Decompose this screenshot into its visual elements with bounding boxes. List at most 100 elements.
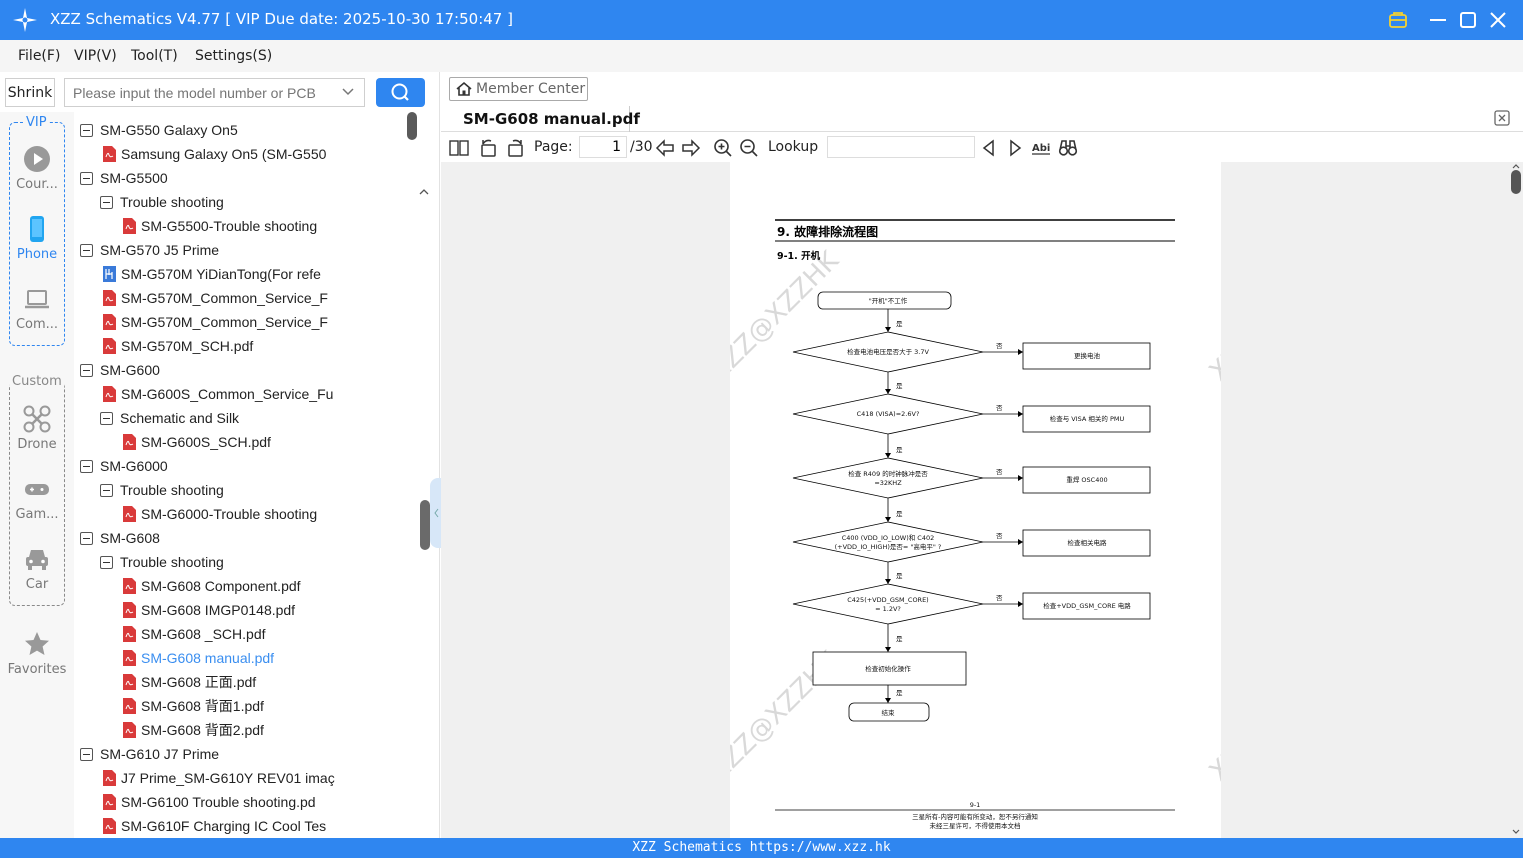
tree-file[interactable]: SM-G608 正面.pdf: [122, 670, 256, 694]
flow-yes-label: 是: [896, 382, 903, 390]
pdf-viewport[interactable]: XZZ@XZZHK XZZ@XZZHK XZZ@XZZHK XZZ@XZZHK 9. …: [441, 162, 1523, 838]
find-next-icon[interactable]: [1005, 138, 1025, 158]
collapse-icon[interactable]: [80, 243, 93, 257]
collapse-icon[interactable]: [100, 195, 113, 209]
tree-folder[interactable]: Trouble shooting: [100, 550, 224, 574]
flow-action-text: 检查相关电路: [1068, 538, 1108, 547]
search-button[interactable]: [376, 78, 425, 107]
tree-file[interactable]: Samsung Galaxy On5 (SM-G550: [102, 142, 326, 166]
flow-yes-label: 是: [896, 572, 903, 580]
search-input[interactable]: [64, 78, 365, 107]
zoom-out-icon[interactable]: [739, 138, 759, 158]
tree-file[interactable]: SM-G610F Charging IC Cool Tes: [102, 814, 326, 838]
viewer-scroll-down-icon[interactable]: [1511, 828, 1521, 836]
flow-arrowhead: [1018, 475, 1023, 481]
gamepad-icon: [25, 484, 49, 495]
menu-file[interactable]: File(F): [18, 48, 60, 64]
panel-scrollbar-thumb[interactable]: [420, 500, 430, 550]
minimize-icon[interactable]: [1426, 8, 1450, 32]
tree-file[interactable]: SM-G6000-Trouble shooting: [122, 502, 317, 526]
tree-file[interactable]: SM-G608 背面2.pdf: [122, 718, 264, 742]
arrow-left-icon[interactable]: [655, 138, 675, 158]
flow-arrowhead: [1018, 411, 1023, 417]
tree-file[interactable]: SM-G608 Component.pdf: [122, 574, 301, 598]
pdf-file-icon: [103, 818, 116, 834]
member-center-button[interactable]: Member Center: [449, 77, 588, 101]
two-page-icon[interactable]: [449, 138, 469, 158]
collapse-icon[interactable]: [80, 363, 93, 377]
menu-vip[interactable]: VIP(V): [74, 48, 117, 64]
arrow-right-icon[interactable]: [681, 138, 701, 158]
tree-folder[interactable]: SM-G610 J7 Prime: [80, 742, 219, 766]
close-tab-icon[interactable]: [1493, 109, 1511, 127]
maximize-icon[interactable]: [1456, 8, 1480, 32]
tree-folder[interactable]: Schematic and Silk: [100, 406, 239, 430]
tree-file[interactable]: SM-G608 manual.pdf: [122, 646, 274, 670]
tree-folder[interactable]: SM-G608: [80, 526, 160, 550]
tree-folder[interactable]: SM-G600: [80, 358, 160, 382]
tree-file[interactable]: SM-G600S_SCH.pdf: [122, 430, 271, 454]
shrink-button[interactable]: Shrink: [5, 78, 55, 107]
tree-file[interactable]: SM-G608 IMGP0148.pdf: [122, 598, 295, 622]
tree-file[interactable]: SM-G570M_Common_Service_F: [102, 286, 328, 310]
tree-item-label: SM-G610 J7 Prime: [100, 746, 220, 762]
collapse-icon[interactable]: [100, 483, 113, 497]
tree-folder[interactable]: Trouble shooting: [100, 190, 224, 214]
tree-folder[interactable]: SM-G6000: [80, 454, 168, 478]
rotate-right-icon[interactable]: [505, 138, 525, 158]
sidebar-item-favorites[interactable]: Favorites: [0, 630, 74, 677]
tree-file[interactable]: SM-G570M YiDianTong(For refe: [102, 262, 321, 286]
sidebar-item-phone[interactable]: Phone: [0, 215, 74, 262]
tree-folder[interactable]: SM-G550 Galaxy On5: [80, 118, 238, 142]
sidebar-item-drone[interactable]: Drone: [0, 405, 74, 452]
collapse-icon[interactable]: [80, 123, 93, 137]
viewer-scroll-up-icon[interactable]: [1511, 162, 1521, 170]
tree-file[interactable]: J7 Prime_SM-G610Y REV01 imaç: [102, 766, 335, 790]
vip-bag-icon[interactable]: [1386, 8, 1410, 32]
collapse-icon[interactable]: [100, 411, 113, 425]
sidebar-item-computer[interactable]: Com...: [0, 285, 74, 332]
tree-file[interactable]: SM-G600S_Common_Service_Fu: [102, 382, 333, 406]
collapse-icon[interactable]: [80, 747, 93, 761]
menu-settings[interactable]: Settings(S): [195, 48, 272, 64]
sidebar-item-car[interactable]: Car: [0, 545, 74, 592]
flow-arrowhead: [1018, 349, 1023, 355]
collapse-icon[interactable]: [80, 531, 93, 545]
tree-folder[interactable]: Trouble shooting: [100, 478, 224, 502]
tree-file[interactable]: SM-G570M_SCH.pdf: [102, 334, 253, 358]
rotate-left-icon[interactable]: [479, 138, 499, 158]
sidebar-item-courses[interactable]: Cour...: [0, 145, 74, 192]
scroll-up-icon[interactable]: [418, 186, 430, 198]
menu-tool[interactable]: Tool(T): [131, 48, 178, 64]
collapse-icon[interactable]: [80, 459, 93, 473]
tree-scrollbar-thumb[interactable]: [407, 112, 417, 140]
lookup-input[interactable]: [827, 136, 975, 158]
find-binoculars-icon[interactable]: [1058, 138, 1078, 158]
match-case-icon[interactable]: Abi: [1031, 138, 1051, 158]
sidebar-item-label: Favorites: [7, 662, 67, 677]
tree-item-label: SM-G570 J5 Prime: [100, 242, 220, 258]
tree-file[interactable]: SM-G608 _SCH.pdf: [122, 622, 266, 646]
tab-sm-g608-manual[interactable]: SM-G608 manual.pdf: [453, 106, 640, 132]
window-title: XZZ Schematics V4.77 [ VIP Due date: 202…: [50, 10, 513, 28]
page-number-input[interactable]: 1: [579, 136, 627, 158]
zoom-in-icon[interactable]: [713, 138, 733, 158]
tree-folder[interactable]: SM-G5500: [80, 166, 168, 190]
tree-folder[interactable]: SM-G570 J5 Prime: [80, 238, 219, 262]
collapse-icon[interactable]: [100, 555, 113, 569]
tree-file[interactable]: SM-G608 背面1.pdf: [122, 694, 264, 718]
viewer-scrollbar-thumb[interactable]: [1511, 170, 1521, 194]
tree-file[interactable]: SM-G5500-Trouble shooting: [122, 214, 317, 238]
collapse-icon[interactable]: [80, 171, 93, 185]
flow-arrowhead: [1018, 539, 1023, 545]
flow-arrowhead: [885, 698, 891, 703]
flow-decision-diamond: [792, 583, 984, 625]
close-icon[interactable]: [1486, 8, 1510, 32]
chevron-down-icon[interactable]: [340, 84, 356, 100]
tree-file[interactable]: SM-G6100 Trouble shooting.pd: [102, 790, 316, 814]
sidebar-item-game[interactable]: Gam...: [0, 475, 74, 522]
tree-item-label: SM-G610F Charging IC Cool Tes: [121, 818, 327, 834]
find-previous-icon[interactable]: [979, 138, 999, 158]
tree-file[interactable]: SM-G570M_Common_Service_F: [102, 310, 328, 334]
home-icon: [456, 81, 472, 96]
